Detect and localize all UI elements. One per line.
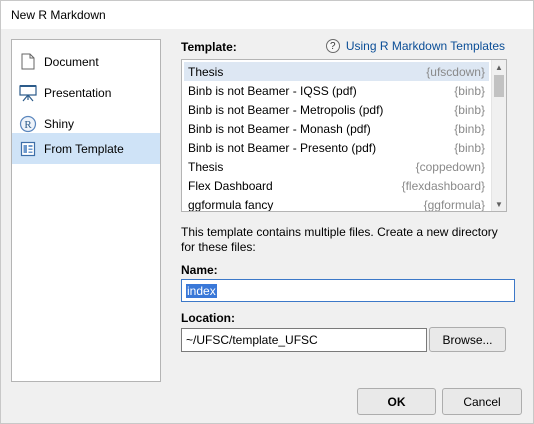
window-title: New R Markdown [11, 8, 106, 22]
template-list[interactable]: Thesis {ufscdown} Binb is not Beamer - I… [181, 59, 507, 212]
scroll-thumb[interactable] [494, 75, 504, 97]
window-titlebar: New R Markdown [1, 1, 533, 29]
svg-text:R: R [24, 119, 32, 131]
template-package: {coppedown} [415, 159, 485, 174]
sidebar-item-from-template[interactable]: From Template [12, 133, 160, 164]
template-name: Binb is not Beamer - IQSS (pdf) [188, 83, 357, 98]
sidebar-item-presentation[interactable]: Presentation [12, 77, 160, 108]
new-rmarkdown-dialog: New R Markdown Document Presentation R S… [0, 0, 534, 424]
location-input-value: ~/UFSC/template_UFSC [186, 333, 318, 347]
template-name: Thesis [188, 64, 224, 79]
list-item[interactable]: Thesis {coppedown} [184, 157, 489, 176]
template-package: {flexdashboard} [401, 178, 485, 193]
template-icon [18, 139, 38, 159]
help-link[interactable]: Using R Markdown Templates [346, 39, 505, 53]
template-package: {binb} [454, 140, 485, 155]
template-name: Binb is not Beamer - Presento (pdf) [188, 140, 377, 155]
multi-file-notice: This template contains multiple files. C… [181, 225, 498, 254]
sidebar-item-label: Document [44, 54, 99, 69]
list-item[interactable]: Binb is not Beamer - IQSS (pdf) {binb} [184, 81, 489, 100]
scroll-down-icon[interactable]: ▼ [492, 197, 506, 211]
document-icon [18, 52, 38, 72]
list-item[interactable]: Binb is not Beamer - Presento (pdf) {bin… [184, 138, 489, 157]
location-input[interactable]: ~/UFSC/template_UFSC [181, 328, 427, 352]
template-package: {ggformula} [423, 197, 485, 212]
name-input[interactable]: index [181, 279, 515, 302]
shiny-r-icon: R [18, 114, 38, 134]
template-package: {binb} [454, 102, 485, 117]
template-label: Template: [181, 40, 237, 54]
sidebar-item-document[interactable]: Document [12, 46, 160, 77]
template-name: Binb is not Beamer - Metropolis (pdf) [188, 102, 384, 117]
cancel-button[interactable]: Cancel [442, 388, 522, 415]
template-name: Binb is not Beamer - Monash (pdf) [188, 121, 371, 136]
ok-button[interactable]: OK [357, 388, 436, 415]
sidebar-item-label: From Template [44, 141, 124, 156]
list-item[interactable]: Flex Dashboard {flexdashboard} [184, 176, 489, 195]
template-package: {binb} [454, 121, 485, 136]
name-input-value: index [186, 283, 217, 298]
presentation-icon [18, 83, 38, 103]
template-name: ggformula fancy [188, 197, 274, 212]
template-package: {ufscdown} [426, 64, 485, 79]
location-label: Location: [181, 311, 235, 325]
list-item[interactable]: Binb is not Beamer - Metropolis (pdf) {b… [184, 100, 489, 119]
template-name: Flex Dashboard [188, 178, 273, 193]
sidebar-item-label: Presentation [44, 85, 112, 100]
scroll-up-icon[interactable]: ▲ [492, 60, 506, 74]
list-item[interactable]: ggformula fancy {ggformula} [184, 195, 489, 212]
name-label: Name: [181, 263, 218, 277]
vertical-scrollbar[interactable]: ▲ ▼ [491, 60, 506, 211]
sidebar-item-label: Shiny [44, 116, 75, 131]
list-item[interactable]: Binb is not Beamer - Monash (pdf) {binb} [184, 119, 489, 138]
browse-button[interactable]: Browse... [429, 327, 506, 352]
question-icon: ? [325, 39, 340, 53]
help-link-row[interactable]: ? Using R Markdown Templates [325, 39, 505, 53]
template-package: {binb} [454, 83, 485, 98]
list-item[interactable]: Thesis {ufscdown} [184, 62, 489, 81]
format-list: Document Presentation R Shiny From Templ… [11, 39, 161, 382]
template-name: Thesis [188, 159, 224, 174]
